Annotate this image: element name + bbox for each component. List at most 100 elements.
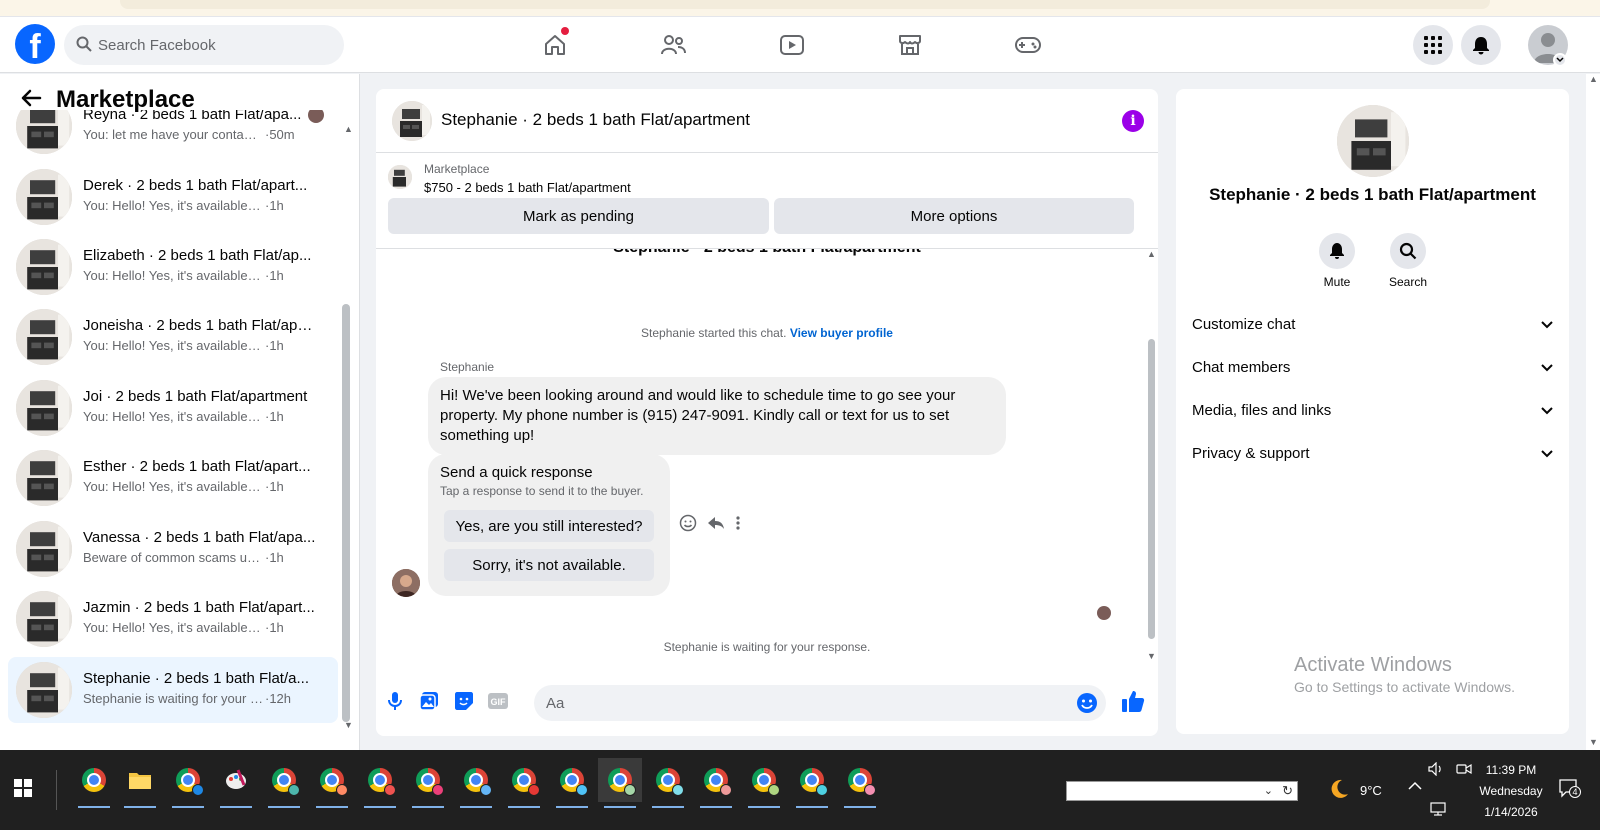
thread-scrollbar[interactable]: ▲ ▼ (1146, 249, 1156, 665)
conversation-snippet: You: Hello! Yes, it's available. Please.… (83, 409, 263, 424)
profile-badge (528, 784, 540, 796)
conversation-list-scrollbar[interactable] (342, 304, 350, 722)
like-thumb-icon[interactable] (1120, 688, 1146, 714)
conversation-row[interactable]: Stephanie · 2 beds 1 bath Flat/a... Steph… (8, 657, 338, 723)
photo-icon[interactable] (418, 690, 440, 712)
message-bubble[interactable]: Hi! We've been looking around and would … (428, 377, 1006, 455)
chrome-profile-icon[interactable] (454, 758, 498, 808)
gaming-icon[interactable] (1012, 29, 1044, 61)
customize-chat-row[interactable]: Customize chat (1192, 304, 1553, 344)
video-icon[interactable] (776, 29, 808, 61)
gif-icon[interactable]: GIF (487, 690, 509, 712)
privacy-support-row[interactable]: Privacy & support (1192, 433, 1553, 473)
tray-expand-chevron-icon[interactable] (1408, 780, 1422, 794)
message-input[interactable] (546, 685, 1066, 721)
notifications-bell-icon[interactable] (1461, 25, 1501, 65)
chrome-profile-icon[interactable] (598, 758, 642, 808)
reply-arrow-icon[interactable] (707, 515, 725, 536)
dropdown-chevron-icon[interactable]: ⌄ (1264, 784, 1273, 797)
conversation-row[interactable]: Elizabeth · 2 beds 1 bath Flat/ap... You:… (8, 234, 338, 300)
chrome-profile-icon[interactable] (742, 758, 786, 808)
chat-window: Stephanie · 2 beds 1 bath Flat/apartment… (376, 89, 1158, 736)
listing-thumbnail[interactable] (392, 101, 432, 141)
thread-scroll-up-icon[interactable]: ▲ (1147, 249, 1156, 259)
profile-badge (768, 784, 780, 796)
conversation-row[interactable]: Esther · 2 beds 1 bath Flat/apart... You:… (8, 445, 338, 511)
microphone-icon[interactable] (384, 690, 406, 712)
mute-bell-icon[interactable] (1319, 233, 1355, 269)
emoji-icon[interactable] (1076, 692, 1098, 719)
search-in-chat-icon[interactable] (1390, 233, 1426, 269)
mark-as-pending-button[interactable]: Mark as pending (388, 198, 769, 234)
quick-response-not-available-button[interactable]: Sorry, it's not available. (444, 549, 654, 581)
scroll-down-arrow-icon[interactable]: ▼ (344, 720, 353, 730)
refresh-icon[interactable]: ↻ (1282, 783, 1293, 799)
chrome-profile-icon[interactable] (358, 758, 402, 808)
conversation-row[interactable]: Reyna · 2 beds 1 bath Flat/apa... You: le… (8, 110, 338, 159)
thread-scroll-thumb[interactable] (1148, 339, 1155, 639)
view-buyer-profile-link[interactable]: View buyer profile (790, 326, 893, 340)
page-scroll-down-icon[interactable]: ▼ (1589, 737, 1598, 747)
thread-scroll-down-icon[interactable]: ▼ (1147, 651, 1156, 661)
chat-title[interactable]: Stephanie · 2 beds 1 bath Flat/apartment (441, 110, 750, 130)
chrome-profile-icon[interactable] (406, 758, 450, 808)
scroll-up-arrow-icon[interactable]: ▲ (344, 124, 353, 134)
conversation-row[interactable]: Jazmin · 2 beds 1 bath Flat/apart... You:… (8, 586, 338, 652)
network-icon[interactable] (1430, 802, 1446, 819)
page-scroll-up-icon[interactable]: ▲ (1589, 74, 1598, 84)
mute-action[interactable]: Mute (1307, 233, 1367, 289)
chrome-profile-icon[interactable] (262, 758, 306, 808)
running-indicator (412, 806, 444, 808)
weather-widget[interactable]: 9°C (1328, 778, 1382, 803)
message-input-box[interactable] (534, 685, 1106, 721)
chrome-profile-icon[interactable] (838, 758, 882, 808)
account-chevron-icon[interactable] (1553, 53, 1567, 67)
back-arrow-icon[interactable] (20, 88, 42, 113)
search-action[interactable]: Search (1378, 233, 1438, 289)
info-icon[interactable]: i (1122, 110, 1144, 132)
sticker-icon[interactable] (453, 690, 475, 712)
running-indicator (796, 806, 828, 808)
media-files-links-row[interactable]: Media, files and links (1192, 390, 1553, 430)
home-icon[interactable] (539, 27, 571, 61)
file-explorer-icon[interactable] (118, 758, 162, 808)
search-box[interactable] (64, 25, 344, 65)
chat-members-row[interactable]: Chat members (1192, 347, 1553, 387)
buyer-avatar[interactable] (392, 569, 420, 597)
marketplace-icon[interactable] (894, 29, 926, 61)
chrome-profile-icon[interactable] (310, 758, 354, 808)
windows-start-icon[interactable] (14, 779, 32, 802)
taskbar-separator (56, 770, 57, 810)
taskbar-address-box[interactable]: ⌄ ↻ (1066, 781, 1298, 801)
paint-app-icon[interactable] (214, 758, 258, 808)
more-vertical-icon[interactable] (735, 515, 741, 536)
conversation-row[interactable]: Vanessa · 2 beds 1 bath Flat/apa... Bewar… (8, 516, 338, 582)
chrome-profile-icon[interactable] (502, 758, 546, 808)
conversation-row[interactable]: Derek · 2 beds 1 bath Flat/apart... You: … (8, 164, 338, 230)
chrome-profile-icon[interactable] (790, 758, 834, 808)
search-input[interactable] (98, 25, 328, 65)
chat-details-panel: Stephanie · 2 beds 1 bath Flat/apartment… (1176, 89, 1569, 734)
browser-top-strip (0, 0, 1600, 17)
conversation-snippet: You: Hello! Yes, it's available. Please.… (83, 479, 263, 494)
react-smiley-icon[interactable] (679, 514, 697, 537)
menu-grid-icon[interactable] (1413, 25, 1453, 65)
listing-price[interactable]: $750 - 2 beds 1 bath Flat/apartment (424, 180, 631, 195)
more-options-button[interactable]: More options (774, 198, 1134, 234)
chrome-icon[interactable] (72, 758, 116, 808)
page-scrollbar[interactable]: ▲ ▼ (1586, 74, 1600, 750)
taskbar-clock[interactable]: 11:39 PM Wednesday 1/14/2026 (1476, 760, 1546, 823)
quick-response-still-interested-button[interactable]: Yes, are you still interested? (444, 510, 654, 542)
friends-icon[interactable] (657, 29, 689, 61)
conversation-row[interactable]: Joneisha · 2 beds 1 bath Flat/apa... You:… (8, 304, 338, 370)
chrome-profile-icon[interactable] (166, 758, 210, 808)
facebook-logo[interactable]: f (15, 24, 55, 64)
listing-avatar[interactable] (1337, 105, 1409, 177)
chrome-profile-icon[interactable] (694, 758, 738, 808)
action-center-icon[interactable]: 4 (1558, 778, 1581, 803)
chrome-profile-icon[interactable] (550, 758, 594, 808)
chrome-profile-icon[interactable] (646, 758, 690, 808)
conversation-row[interactable]: Joi · 2 beds 1 bath Flat/apartment You: H… (8, 375, 338, 441)
volume-icon[interactable] (1428, 761, 1444, 779)
meet-camera-icon[interactable] (1456, 762, 1472, 779)
